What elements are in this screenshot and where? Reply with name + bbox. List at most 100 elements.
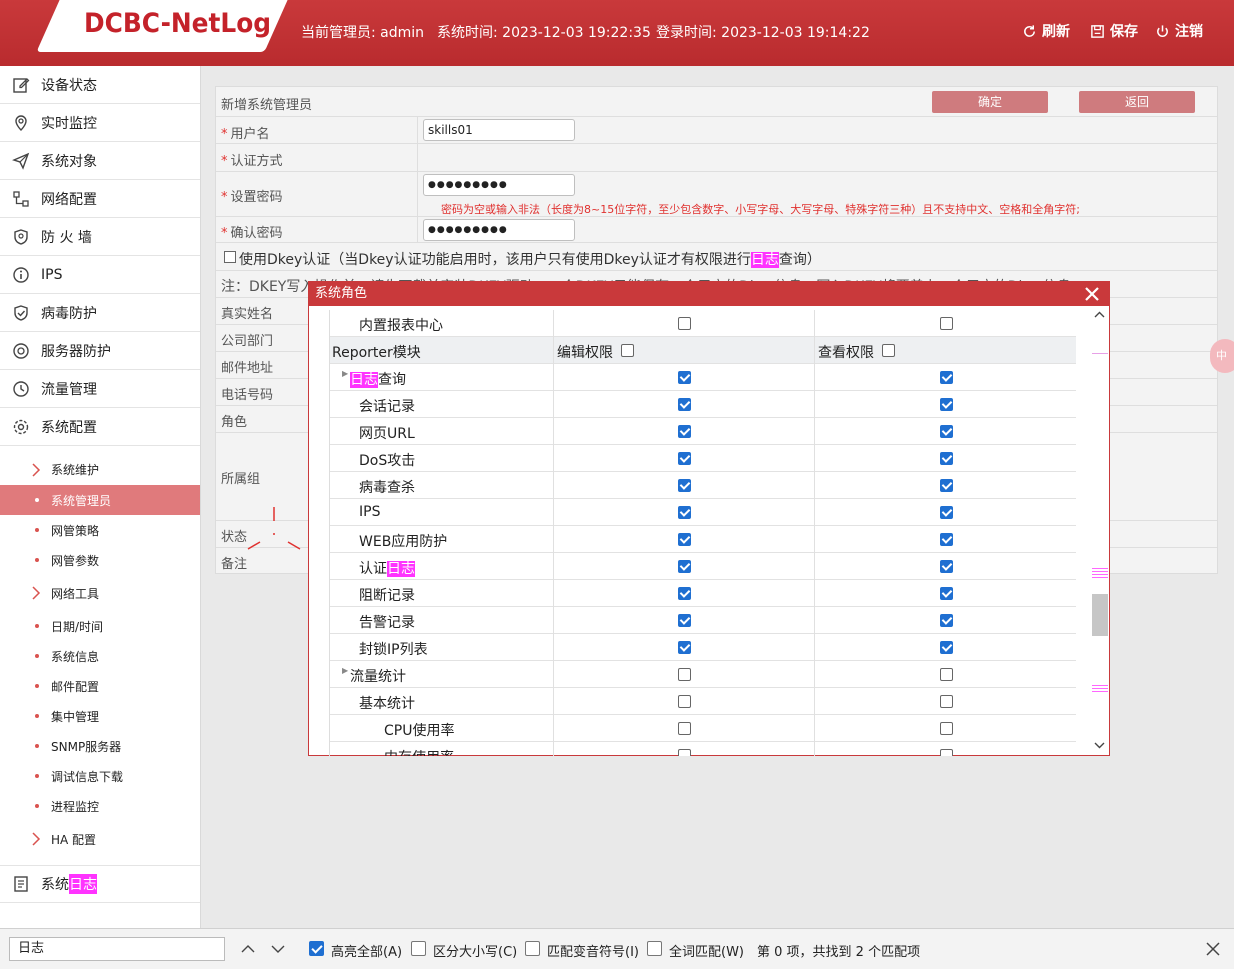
view-all-checkbox[interactable] <box>882 344 895 357</box>
whole-words-checkbox[interactable] <box>647 941 662 956</box>
edit-permission-checkbox[interactable] <box>678 398 691 411</box>
confirm-password-input[interactable]: ●●●●●●●●● <box>423 219 575 241</box>
view-permission-checkbox[interactable] <box>940 587 953 600</box>
find-highlight: 日志 <box>387 561 415 577</box>
sidebar-item-label: 系统 <box>41 877 69 893</box>
sidebar-item-6[interactable]: 病毒防护 <box>0 294 200 332</box>
sidebar-item-8[interactable]: 流量管理 <box>0 370 200 408</box>
bullet-icon <box>35 558 39 562</box>
refresh-icon <box>1024 24 1035 37</box>
chevron-down-icon[interactable] <box>1094 740 1105 750</box>
permission-name: 会话记录 <box>359 399 415 415</box>
sidebar-subitem-5[interactable]: 日期/时间 <box>0 611 200 641</box>
view-permission-checkbox[interactable] <box>940 479 953 492</box>
sidebar-item-3[interactable]: 网络配置 <box>0 180 200 218</box>
sidebar-subitem-7[interactable]: 邮件配置 <box>0 671 200 701</box>
sidebar-item-9[interactable]: 系统配置 <box>0 408 200 446</box>
view-permission-checkbox[interactable] <box>940 398 953 411</box>
edit-all-checkbox[interactable] <box>621 344 634 357</box>
view-permission-checkbox[interactable] <box>940 641 953 654</box>
highlight-all-checkbox[interactable] <box>309 941 324 956</box>
sidebar-subitem-3[interactable]: 网管参数 <box>0 545 200 575</box>
sidebar-subitem-10[interactable]: 调试信息下载 <box>0 761 200 791</box>
view-permission-checkbox[interactable] <box>940 614 953 627</box>
dkey-checkbox[interactable] <box>224 251 236 263</box>
dialog-scrollbar[interactable] <box>1091 308 1108 755</box>
password-input[interactable]: ●●●●●●●●● <box>423 174 575 196</box>
edit-permission-checkbox[interactable] <box>678 587 691 600</box>
sidebar-item-label: 网络配置 <box>41 191 97 208</box>
edit-permission-checkbox[interactable] <box>678 641 691 654</box>
edit-permission-checkbox[interactable] <box>678 614 691 627</box>
sidebar-item-5[interactable]: IPS <box>0 256 200 294</box>
group-label: 所属组 <box>221 472 261 487</box>
dialog-title: 系统角色 <box>315 286 368 301</box>
permission-header-row: Reporter模块 编辑权限 查看权限 <box>330 337 1076 364</box>
sidebar-subitem-11[interactable]: 进程监控 <box>0 791 200 821</box>
find-highlight: 日志 <box>350 372 378 388</box>
match-case-checkbox[interactable] <box>411 941 426 956</box>
scroll-track[interactable] <box>1092 326 1108 738</box>
sidebar-item-1[interactable]: 实时监控 <box>0 104 200 142</box>
sidebar-item-system-log[interactable]: 系统 日志 <box>0 865 200 903</box>
sidebar-subitem-2[interactable]: 网管策略 <box>0 515 200 545</box>
view-permission-checkbox[interactable] <box>940 749 953 756</box>
back-button[interactable]: 返回 <box>1079 91 1195 113</box>
confirm-button[interactable]: 确定 <box>932 91 1048 113</box>
match-diacritics-checkbox[interactable] <box>525 941 540 956</box>
close-icon[interactable] <box>1205 941 1221 957</box>
expand-triangle-icon[interactable]: ▶ <box>342 369 348 378</box>
save-button[interactable]: 保存 <box>1090 21 1138 41</box>
edit-permission-checkbox[interactable] <box>678 479 691 492</box>
sidebar-subitem-label: 网管参数 <box>51 553 100 568</box>
ime-badge-icon[interactable]: 中 <box>1210 339 1234 373</box>
chevron-right-icon <box>32 462 41 477</box>
shield-icon <box>14 228 28 245</box>
view-permission-checkbox[interactable] <box>940 668 953 681</box>
edit-permission-checkbox[interactable] <box>678 317 691 330</box>
sidebar-subitem-12[interactable]: HA 配置 <box>0 821 200 857</box>
sidebar: 设备状态 实时监控 系统对象网络配置防 火 墙 IPS 病毒防护 服务器防护 流量管理 系统配… <box>0 66 201 928</box>
sidebar-subitem-8[interactable]: 集中管理 <box>0 701 200 731</box>
sidebar-item-4[interactable]: 防 火 墙 <box>0 218 200 256</box>
sidebar-item-0[interactable]: 设备状态 <box>0 66 200 104</box>
edit-permission-checkbox[interactable] <box>678 506 691 519</box>
view-permission-checkbox[interactable] <box>940 560 953 573</box>
sidebar-subitem-label: HA 配置 <box>51 832 97 847</box>
view-permission-checkbox[interactable] <box>940 722 953 735</box>
edit-permission-checkbox[interactable] <box>678 533 691 546</box>
chevron-down-icon[interactable] <box>270 942 286 956</box>
chevron-up-icon[interactable] <box>1094 310 1105 320</box>
edit-permission-checkbox[interactable] <box>678 560 691 573</box>
edit-permission-checkbox[interactable] <box>678 668 691 681</box>
edit-permission-checkbox[interactable] <box>678 371 691 384</box>
edit-permission-checkbox[interactable] <box>678 722 691 735</box>
view-permission-checkbox[interactable] <box>940 371 953 384</box>
edit-permission-checkbox[interactable] <box>678 425 691 438</box>
chevron-right-icon <box>32 586 41 600</box>
sidebar-subitem-6[interactable]: 系统信息 <box>0 641 200 671</box>
username-input[interactable]: skills01 <box>423 119 575 141</box>
logout-button[interactable]: 注销 <box>1155 21 1203 41</box>
scroll-thumb[interactable] <box>1092 594 1108 636</box>
view-permission-checkbox[interactable] <box>940 533 953 546</box>
view-permission-checkbox[interactable] <box>940 425 953 438</box>
chevron-up-icon[interactable] <box>240 942 256 956</box>
sidebar-item-7[interactable]: 服务器防护 <box>0 332 200 370</box>
sidebar-subitem-9[interactable]: SNMP服务器 <box>0 731 200 761</box>
view-permission-checkbox[interactable] <box>940 452 953 465</box>
view-permission-checkbox[interactable] <box>940 695 953 708</box>
edit-permission-checkbox[interactable] <box>678 695 691 708</box>
sidebar-subitem-0[interactable]: 系统维护 <box>0 454 200 485</box>
view-permission-checkbox[interactable] <box>940 317 953 330</box>
find-input[interactable]: 日志 <box>9 937 225 961</box>
view-permission-checkbox[interactable] <box>940 506 953 519</box>
refresh-button[interactable]: 刷新 <box>1022 21 1070 41</box>
edit-permission-checkbox[interactable] <box>678 749 691 756</box>
close-icon[interactable] <box>1083 285 1101 303</box>
sidebar-item-2[interactable]: 系统对象 <box>0 142 200 180</box>
edit-permission-checkbox[interactable] <box>678 452 691 465</box>
sidebar-subitem-1[interactable]: 系统管理员 <box>0 485 200 515</box>
expand-triangle-icon[interactable]: ▶ <box>342 666 348 675</box>
sidebar-subitem-4[interactable]: 网络工具 <box>0 575 200 611</box>
